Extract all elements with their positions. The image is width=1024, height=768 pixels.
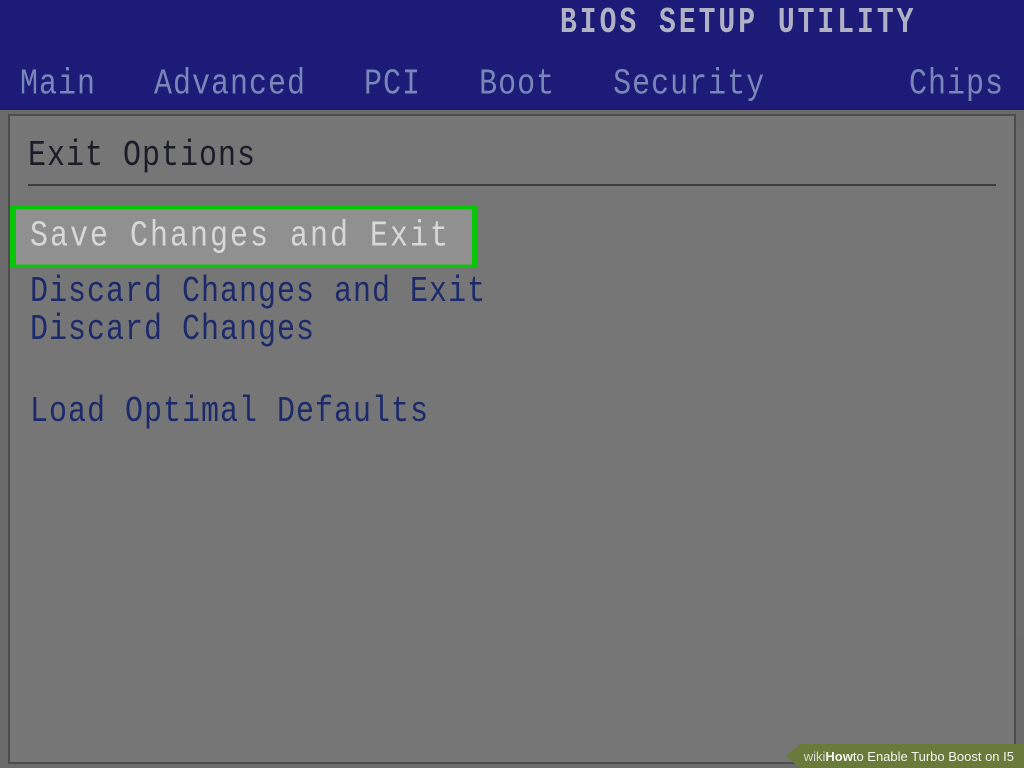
footer-article-title: to Enable Turbo Boost on I5 <box>853 749 1014 764</box>
tab-chips[interactable]: Chips <box>909 65 1004 106</box>
menu-item-discard[interactable]: Discard Changes <box>30 310 996 351</box>
footer-wiki-text: wiki <box>804 749 826 764</box>
tab-boot[interactable]: Boot <box>479 65 555 106</box>
menu-gap <box>28 348 996 388</box>
tab-security[interactable]: Security <box>613 65 765 106</box>
menu-item-save-exit[interactable]: Save Changes and Exit <box>16 209 472 264</box>
tab-pci[interactable]: PCI <box>364 65 421 106</box>
bios-header: BIOS SETUP UTILITY Main Advanced PCI Boo… <box>0 0 1024 110</box>
bios-title: BIOS SETUP UTILITY <box>560 3 916 43</box>
tab-advanced[interactable]: Advanced <box>154 65 306 106</box>
highlight-annotation: Save Changes and Exit <box>10 206 478 268</box>
menu-item-discard-exit[interactable]: Discard Changes and Exit <box>30 272 996 313</box>
divider <box>28 184 996 186</box>
menu-item-load-defaults[interactable]: Load Optimal Defaults <box>30 392 996 433</box>
footer-how-text: How <box>825 749 852 764</box>
footer-bar: wikiHow to Enable Turbo Boost on I5 <box>786 744 1024 768</box>
footer-content: wikiHow to Enable Turbo Boost on I5 <box>800 744 1024 768</box>
section-title: Exit Options <box>28 136 996 177</box>
content-area: Exit Options Save Changes and Exit Disca… <box>8 114 1016 764</box>
tab-main[interactable]: Main <box>20 65 96 106</box>
chevron-left-icon <box>786 744 800 768</box>
tab-bar: Main Advanced PCI Boot Security Chips <box>0 68 1024 102</box>
